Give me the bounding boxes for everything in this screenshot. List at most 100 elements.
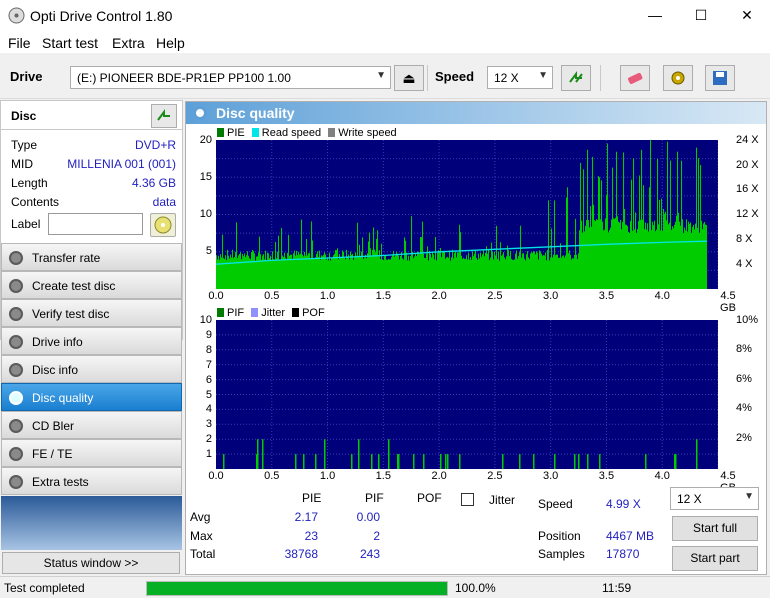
disc-mid-key: MID: [11, 157, 33, 171]
pie-bar: [371, 255, 373, 289]
pie-bar: [410, 255, 412, 289]
disc-refresh-button[interactable]: [151, 104, 177, 128]
pie-bar: [456, 257, 458, 289]
nav-cd-bler[interactable]: CD Bler: [1, 411, 182, 439]
drive-label: Drive: [10, 69, 43, 84]
pie-bar: [269, 258, 271, 289]
pie-bar: [558, 257, 560, 289]
pie-bar: [433, 254, 435, 289]
pie-bar: [337, 248, 339, 289]
nav-filler: [1, 496, 182, 550]
pie-bar: [354, 256, 356, 289]
pie-bar: [232, 249, 234, 289]
pie-bar: [678, 212, 680, 289]
speed-select[interactable]: 12 X ▼: [487, 66, 553, 89]
pie-bar: [351, 254, 353, 289]
progress-fill: [147, 582, 447, 595]
pie-bar: [669, 222, 671, 289]
pie-bar: [601, 180, 603, 289]
legend-read: Read speed: [261, 127, 322, 139]
settings-button[interactable]: [663, 65, 693, 91]
start-part-button[interactable]: Start part: [672, 546, 758, 571]
pie-bar: [529, 259, 531, 289]
pie-bar: [693, 224, 695, 289]
pie-bar: [586, 220, 588, 289]
pie-bar: [319, 250, 321, 289]
pie-bar: [240, 252, 242, 289]
pie-bar: [559, 257, 561, 289]
pie-bar: [468, 252, 470, 289]
pie-bar: [585, 225, 587, 289]
disc-label-key: Label: [11, 217, 41, 231]
pie-bar: [297, 255, 299, 289]
pie-bar: [311, 221, 313, 289]
speed-stat-value: 4.99 X: [606, 497, 641, 511]
x-tick: 2.5: [487, 290, 503, 302]
nav-drive-info[interactable]: Drive info: [1, 327, 182, 355]
pie-bar: [620, 220, 622, 289]
nav-extra-tests[interactable]: Extra tests: [1, 467, 182, 495]
pie-bar: [694, 229, 696, 289]
y2-tick: 4 X: [736, 258, 753, 270]
pie-bar: [254, 253, 256, 289]
pie-bar: [528, 257, 530, 289]
menu-start-test[interactable]: Start test: [42, 35, 98, 51]
menu-extra[interactable]: Extra: [112, 35, 145, 51]
pie-bar: [264, 259, 266, 289]
pie-bar: [315, 257, 317, 289]
drive-select[interactable]: (E:) PIONEER BDE-PR1EP PP100 1.00 ▼: [70, 66, 391, 89]
nav-disc-icon: [9, 475, 23, 489]
nav-disc-quality[interactable]: Disc quality: [1, 383, 182, 411]
y2-tick: 20 X: [736, 159, 759, 171]
x-tick: 1.0: [319, 290, 336, 302]
status-window-button[interactable]: Status window >>: [2, 552, 180, 574]
pie-bar: [690, 222, 692, 289]
save-button[interactable]: [705, 65, 735, 91]
pie-bar: [243, 256, 245, 289]
pif-bar: [295, 454, 297, 469]
disc-label-input[interactable]: [48, 213, 143, 235]
nav-transfer-rate[interactable]: Transfer rate: [1, 243, 182, 271]
pie-bar: [612, 167, 614, 289]
nav-verify-test-disc[interactable]: Verify test disc: [1, 299, 182, 327]
start-full-button[interactable]: Start full: [672, 516, 758, 541]
pie-bar: [676, 215, 678, 289]
nav-disc-icon: [9, 307, 23, 321]
pie-bar: [318, 256, 320, 289]
pie-bar: [326, 259, 328, 289]
nav-disc-info[interactable]: Disc info: [1, 355, 182, 383]
pie-bar: [535, 254, 537, 289]
pie-bar: [360, 256, 362, 289]
disc-header: Disc: [0, 100, 183, 130]
pie-bar: [618, 221, 620, 289]
pie-bar: [599, 177, 601, 289]
pie-bar: [444, 250, 446, 289]
menu-file[interactable]: File: [8, 35, 31, 51]
test-speed-select[interactable]: 12 X ▼: [670, 487, 759, 510]
menu-help[interactable]: Help: [156, 35, 185, 51]
pie-bar: [610, 227, 612, 289]
nav-disc-icon: [9, 335, 23, 349]
close-button[interactable]: ✕: [724, 0, 770, 31]
pie-bar: [392, 255, 394, 289]
erase-button[interactable]: [620, 65, 650, 91]
pie-bar: [567, 187, 569, 289]
pie-bar: [405, 240, 407, 289]
nav-fe-te[interactable]: FE / TE: [1, 439, 182, 467]
pie-bar: [263, 254, 265, 289]
pie-bar: [338, 259, 340, 289]
nav-disc-icon: [9, 419, 23, 433]
minimize-button[interactable]: —: [632, 0, 678, 31]
refresh-button[interactable]: [561, 65, 591, 91]
pie-bar: [398, 255, 400, 289]
x-tick: 1.0: [319, 470, 336, 482]
maximize-button[interactable]: ☐: [678, 0, 724, 31]
legend-write-swatch: [328, 128, 336, 137]
y-tick: 10: [199, 208, 212, 220]
nav-create-test-disc[interactable]: Create test disc: [1, 271, 182, 299]
disc-label-button[interactable]: [150, 213, 176, 237]
jitter-checkbox[interactable]: [461, 493, 474, 506]
eject-button[interactable]: ⏏: [394, 65, 424, 91]
y-tick: 1: [205, 448, 212, 461]
pif-bar: [398, 454, 400, 469]
